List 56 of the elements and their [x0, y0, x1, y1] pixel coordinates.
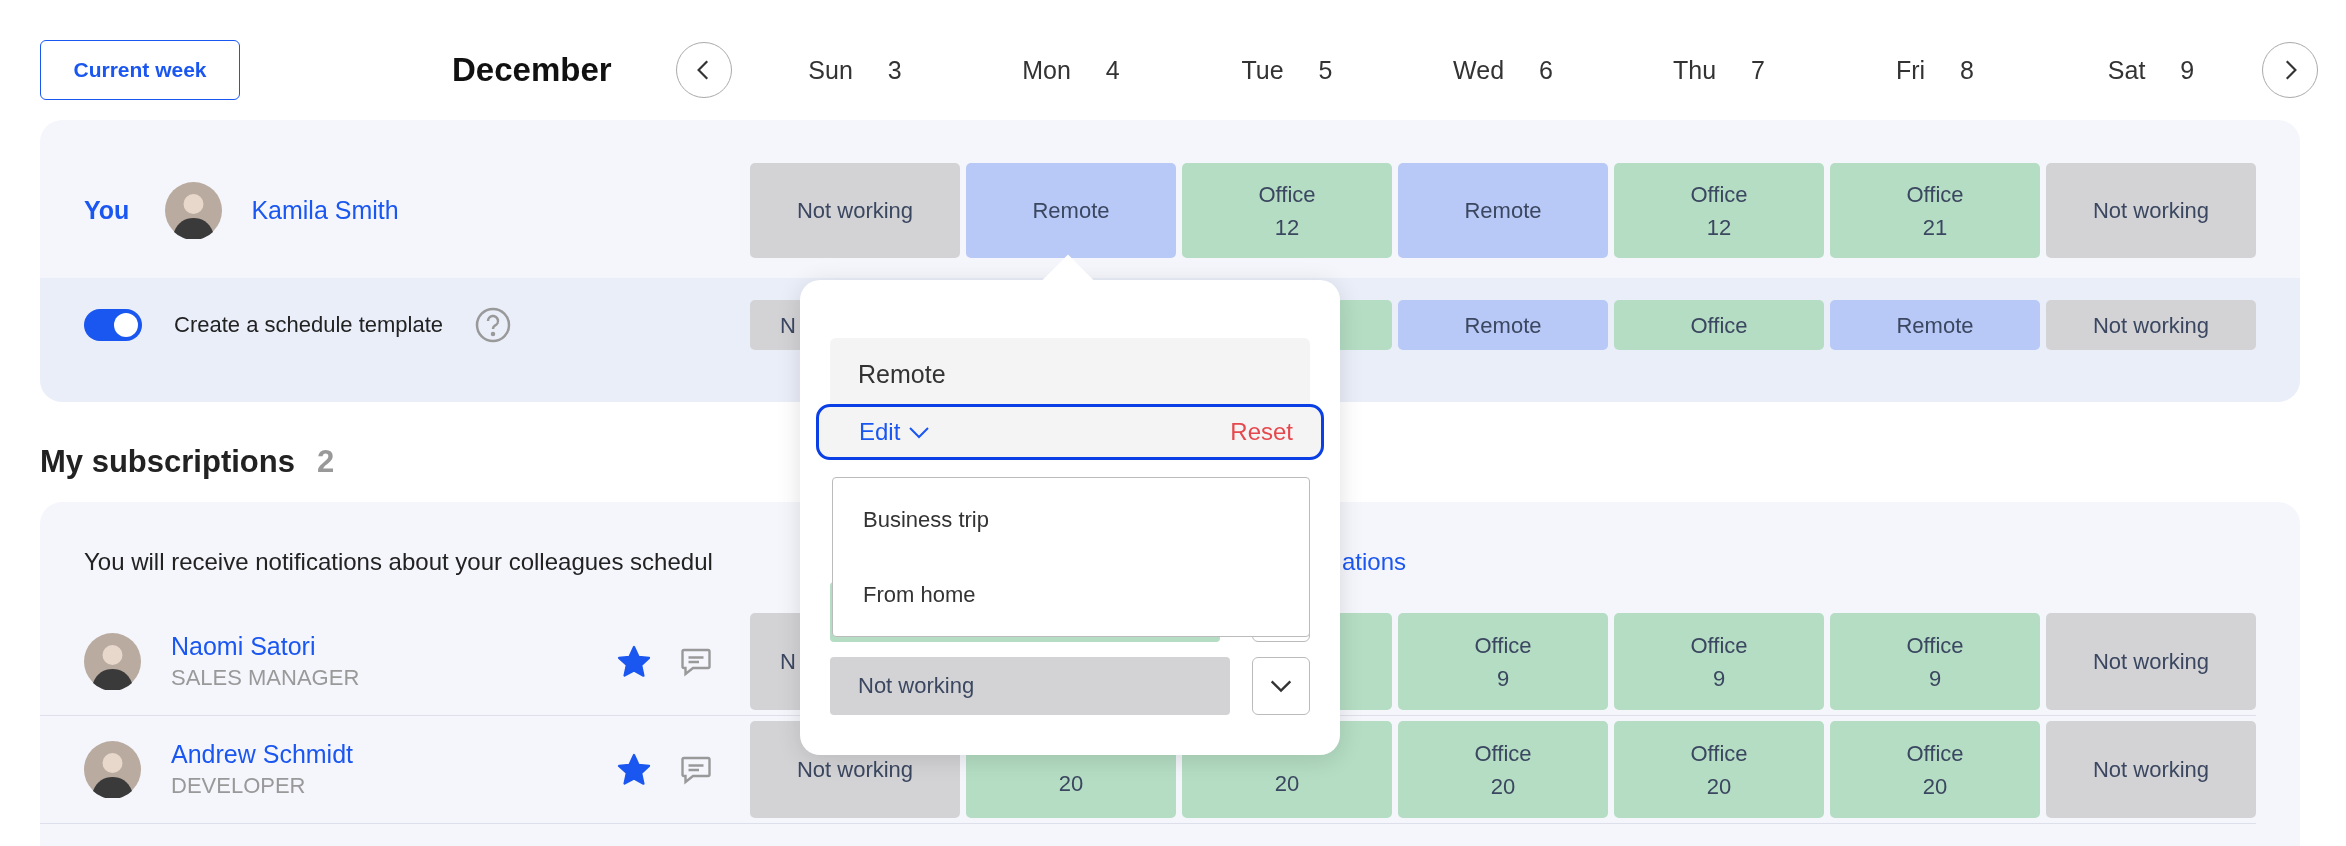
subscriptions-title: My subscriptions	[40, 444, 295, 480]
status-cell[interactable]: Office	[1614, 300, 1824, 350]
star-icon[interactable]	[616, 751, 652, 788]
status-cell[interactable]: Office 9	[1398, 613, 1608, 710]
status-cell[interactable]: Not working	[2046, 163, 2256, 258]
reset-button[interactable]: Reset	[1230, 418, 1293, 446]
status-cell[interactable]: Not working	[750, 163, 960, 258]
status-cell[interactable]: Office 21	[1830, 163, 2040, 258]
template-label: Create a schedule template	[174, 312, 444, 338]
template-toggle[interactable]	[84, 309, 142, 341]
dropdown-button[interactable]	[1252, 657, 1310, 715]
day-label: Wed 6	[1452, 55, 1554, 85]
status-cell[interactable]: Office 12	[1182, 163, 1392, 258]
you-label: You	[84, 196, 130, 225]
status-cell[interactable]: Not working	[2046, 721, 2256, 818]
star-icon[interactable]	[616, 643, 652, 680]
edit-button[interactable]: Edit	[859, 418, 931, 446]
status-cell[interactable]: Remote	[1398, 163, 1608, 258]
chevron-down-icon	[908, 425, 931, 439]
edit-bar[interactable]: Edit Reset	[816, 404, 1324, 460]
status-cell[interactable]: Office 20	[1830, 721, 2040, 818]
colleague-name[interactable]: Naomi Satori	[171, 632, 616, 661]
status-select[interactable]: Not working	[830, 657, 1230, 715]
notice-text: You will receive notifications about your colleagues schedul	[84, 548, 713, 576]
status-cell[interactable]: Office 20	[1614, 721, 1824, 818]
status-cell[interactable]: Remote	[1398, 300, 1608, 350]
avatar-icon	[84, 633, 141, 690]
help-icon[interactable]	[475, 307, 512, 343]
avatar-icon	[165, 182, 223, 239]
status-cell[interactable]: Not working	[2046, 613, 2256, 710]
status-cell[interactable]: Office 12	[1614, 163, 1824, 258]
status-cell[interactable]: Office 9	[1830, 613, 2040, 710]
user-name[interactable]: Kamila Smith	[251, 196, 399, 225]
day-label: Mon 4	[1021, 55, 1121, 85]
current-week-button[interactable]: Current week	[40, 40, 240, 100]
colleague-role: DEVELOPER	[171, 773, 307, 799]
status-title: Remote	[857, 360, 947, 390]
status-cell[interactable]: Office 20	[1398, 721, 1608, 818]
status-cell[interactable]: Office 9	[1614, 613, 1824, 710]
menu-item[interactable]: From home	[833, 581, 1309, 608]
day-label: Sun 3	[807, 55, 903, 85]
status-cell[interactable]: Remote	[1830, 300, 2040, 350]
colleague-role: SALES MANAGER	[171, 665, 361, 691]
avatar-icon	[84, 741, 141, 798]
status-cell[interactable]: Not working	[2046, 300, 2256, 350]
status-cell[interactable]: Remote	[966, 163, 1176, 258]
menu-item[interactable]: Business trip	[833, 506, 1309, 533]
month-title: December	[452, 51, 612, 89]
subscriptions-count: 2	[316, 444, 335, 480]
day-label: Thu 7	[1672, 55, 1766, 85]
day-label: Tue 5	[1240, 55, 1334, 85]
day-label: Sat 9	[2106, 55, 2196, 85]
next-week-button[interactable]	[2262, 42, 2318, 98]
notifications-link[interactable]: ations	[1342, 548, 1407, 576]
day-label: Fri 8	[1895, 55, 1975, 85]
colleague-name[interactable]: Andrew Schmidt	[171, 740, 616, 769]
